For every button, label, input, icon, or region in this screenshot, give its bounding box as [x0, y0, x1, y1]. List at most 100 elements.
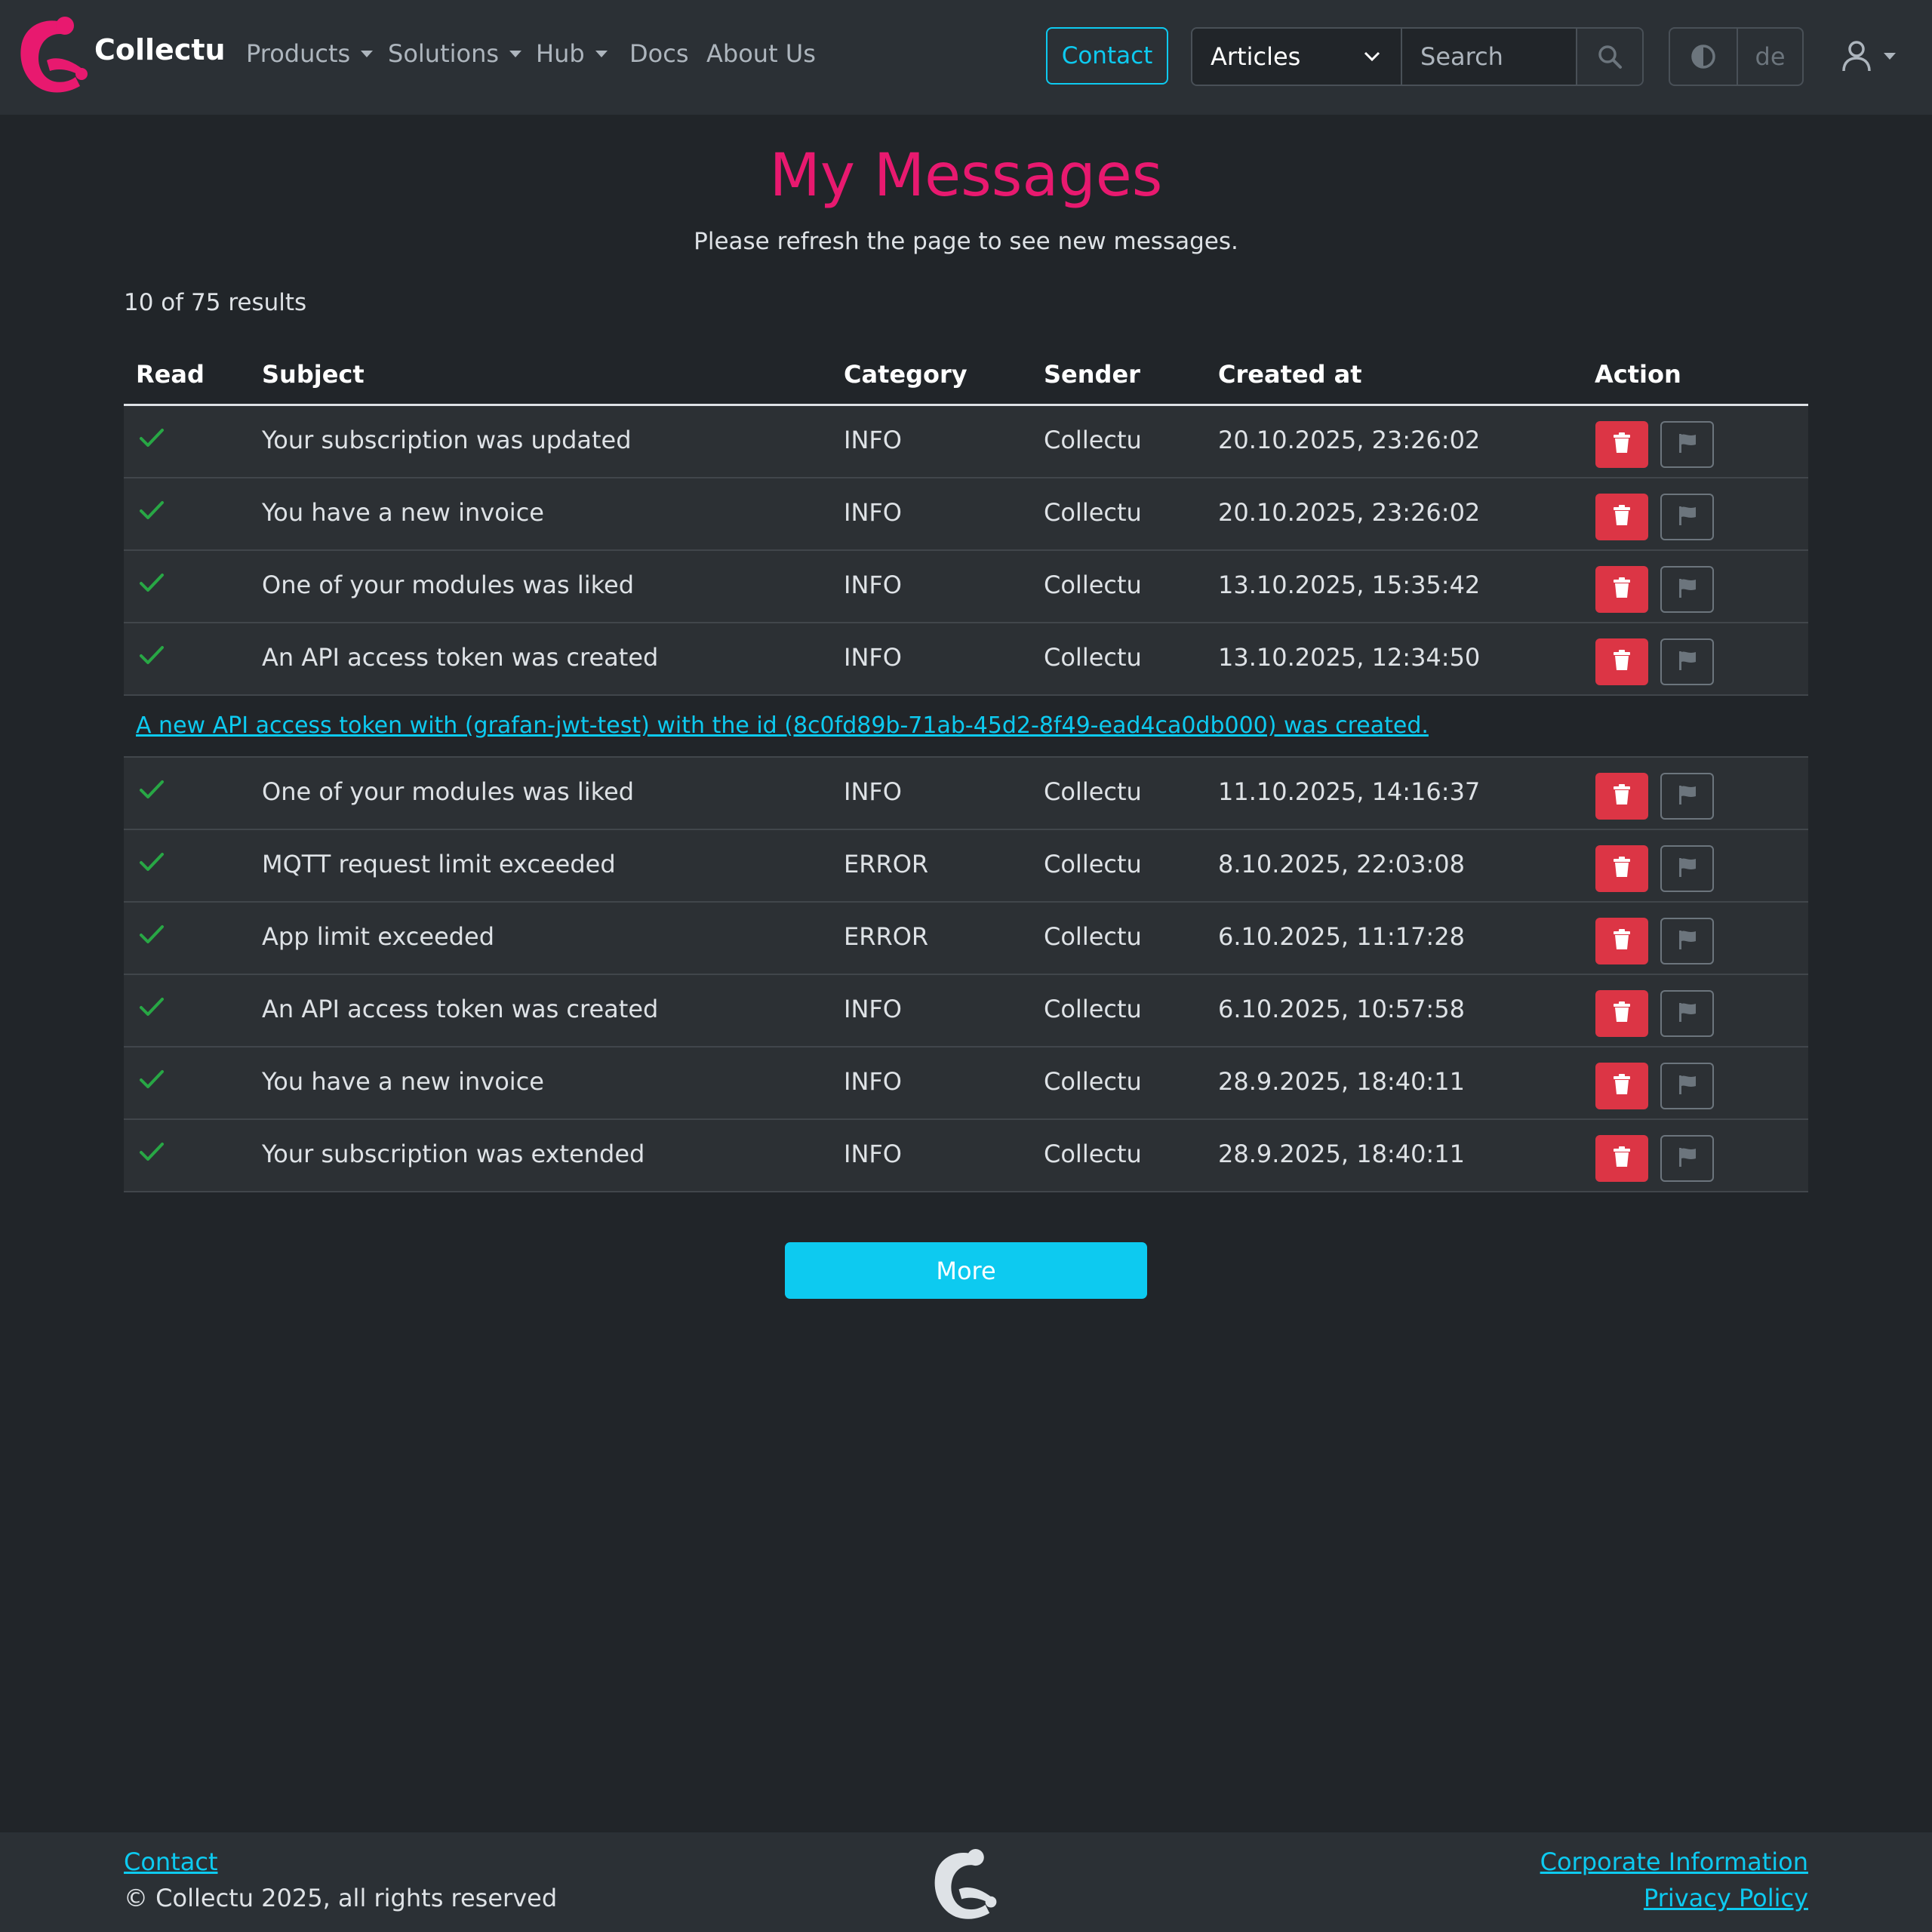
- page-subtitle: Please refresh the page to see new messa…: [694, 228, 1238, 255]
- table-row[interactable]: An API access token was created INFO Colle…: [124, 975, 1808, 1048]
- row-subject: Your subscription was updated: [262, 426, 632, 454]
- language-toggle-button[interactable]: de: [1738, 29, 1802, 85]
- table-row[interactable]: App limit exceeded ERROR Collectu 6.10.2025…: [124, 903, 1808, 975]
- row-sender: Collectu: [1044, 571, 1142, 599]
- row-created-at: 8.10.2025, 22:03:08: [1218, 850, 1465, 878]
- nav-docs-label: Docs: [629, 39, 689, 68]
- footer: Contact © Collectu 2025, all rights rese…: [0, 1832, 1932, 1932]
- user-menu[interactable]: [1841, 39, 1896, 72]
- chevron-down-icon: [361, 50, 374, 57]
- delete-button[interactable]: [1595, 494, 1648, 540]
- trash-icon: [1613, 1001, 1631, 1026]
- flag-button[interactable]: [1660, 1063, 1714, 1109]
- flag-button[interactable]: [1660, 638, 1714, 685]
- row-subject: An API access token was created: [262, 643, 659, 672]
- brand-logo[interactable]: [17, 17, 88, 95]
- read-check-icon: [139, 1141, 165, 1165]
- trash-icon: [1613, 432, 1631, 457]
- footer-corporate-link[interactable]: Corporate Information: [1540, 1847, 1808, 1876]
- contrast-icon: [1691, 45, 1715, 69]
- read-check-icon: [139, 996, 165, 1020]
- row-created-at: 28.9.2025, 18:40:11: [1218, 1067, 1465, 1096]
- delete-button[interactable]: [1595, 566, 1648, 613]
- read-check-icon: [139, 851, 165, 875]
- row-created-at: 6.10.2025, 10:57:58: [1218, 995, 1465, 1023]
- footer-privacy-link[interactable]: Privacy Policy: [1644, 1884, 1808, 1912]
- flag-icon: [1678, 1075, 1697, 1097]
- flag-icon: [1678, 506, 1697, 528]
- search-category-select[interactable]: Articles: [1192, 29, 1402, 85]
- flag-button[interactable]: [1660, 1135, 1714, 1182]
- row-subject: MQTT request limit exceeded: [262, 850, 616, 878]
- message-detail-link[interactable]: A new API access token with (grafan-jwt-…: [136, 712, 1429, 739]
- delete-button[interactable]: [1595, 990, 1648, 1037]
- row-category: INFO: [844, 571, 902, 599]
- table-row[interactable]: One of your modules was liked INFO Collect…: [124, 758, 1808, 830]
- row-created-at: 20.10.2025, 23:26:02: [1218, 498, 1481, 527]
- flag-button[interactable]: [1660, 918, 1714, 964]
- search-button[interactable]: [1577, 29, 1642, 85]
- delete-button[interactable]: [1595, 638, 1648, 685]
- table-row[interactable]: You have a new invoice INFO Collectu 28.9.2…: [124, 1048, 1808, 1120]
- delete-button[interactable]: [1595, 773, 1648, 820]
- row-category: INFO: [844, 1067, 902, 1096]
- brand-name[interactable]: Collectu: [94, 33, 226, 66]
- search-category-value: Articles: [1211, 42, 1301, 71]
- flag-button[interactable]: [1660, 421, 1714, 468]
- results-count: 10 of 75 results: [124, 289, 307, 316]
- more-button[interactable]: More: [785, 1242, 1147, 1299]
- delete-button[interactable]: [1595, 918, 1648, 964]
- row-sender: Collectu: [1044, 426, 1142, 454]
- nav-solutions[interactable]: Solutions: [388, 39, 522, 68]
- nav-products-label: Products: [246, 39, 351, 68]
- table-row[interactable]: You have a new invoice INFO Collectu 20.10.…: [124, 478, 1808, 551]
- nav-about[interactable]: About Us: [706, 39, 816, 68]
- table-row[interactable]: Your subscription was updated INFO Collect…: [124, 406, 1808, 478]
- row-sender: Collectu: [1044, 995, 1142, 1023]
- footer-contact-link[interactable]: Contact: [124, 1847, 218, 1876]
- row-category: INFO: [844, 426, 902, 454]
- chevron-down-icon: [1884, 52, 1896, 60]
- table-row[interactable]: MQTT request limit exceeded ERROR Collectu…: [124, 830, 1808, 903]
- nav-hub[interactable]: Hub: [536, 39, 608, 68]
- nav-products[interactable]: Products: [246, 39, 374, 68]
- table-row[interactable]: Your subscription was extended INFO Collec…: [124, 1120, 1808, 1192]
- search-input[interactable]: Search: [1402, 29, 1577, 85]
- flag-icon: [1678, 857, 1697, 880]
- search-group: Articles Search: [1191, 27, 1644, 86]
- row-sender: Collectu: [1044, 643, 1142, 672]
- delete-button[interactable]: [1595, 421, 1648, 468]
- nav-hub-label: Hub: [536, 39, 585, 68]
- navbar: Collectu Products Solutions Hub Docs Abo…: [0, 0, 1932, 115]
- delete-button[interactable]: [1595, 1063, 1648, 1109]
- read-check-icon: [139, 1069, 165, 1093]
- flag-button[interactable]: [1660, 773, 1714, 820]
- delete-button[interactable]: [1595, 1135, 1648, 1182]
- table-row[interactable]: One of your modules was liked INFO Collect…: [124, 551, 1808, 623]
- nav-solutions-label: Solutions: [388, 39, 500, 68]
- trash-icon: [1613, 1146, 1631, 1171]
- flag-button[interactable]: [1660, 845, 1714, 892]
- flag-button[interactable]: [1660, 566, 1714, 613]
- chevron-down-icon: [509, 50, 522, 57]
- flag-button[interactable]: [1660, 494, 1714, 540]
- delete-button[interactable]: [1595, 845, 1648, 892]
- row-created-at: 28.9.2025, 18:40:11: [1218, 1140, 1465, 1168]
- theme-toggle-button[interactable]: [1670, 29, 1738, 85]
- flag-button[interactable]: [1660, 990, 1714, 1037]
- row-sender: Collectu: [1044, 922, 1142, 951]
- read-check-icon: [139, 572, 165, 596]
- column-read: Read: [136, 360, 205, 389]
- user-icon: [1842, 41, 1871, 72]
- trash-icon: [1613, 857, 1631, 881]
- trash-icon: [1613, 1074, 1631, 1098]
- message-detail-row: A new API access token with (grafan-jwt-…: [124, 696, 1808, 758]
- row-category: INFO: [844, 1140, 902, 1168]
- flag-icon: [1678, 930, 1697, 952]
- row-category: INFO: [844, 995, 902, 1023]
- nav-docs[interactable]: Docs: [629, 39, 688, 68]
- table-row[interactable]: An API access token was created INFO Colle…: [124, 623, 1808, 696]
- contact-button[interactable]: Contact: [1046, 27, 1168, 85]
- trash-icon: [1613, 929, 1631, 953]
- row-created-at: 13.10.2025, 15:35:42: [1218, 571, 1481, 599]
